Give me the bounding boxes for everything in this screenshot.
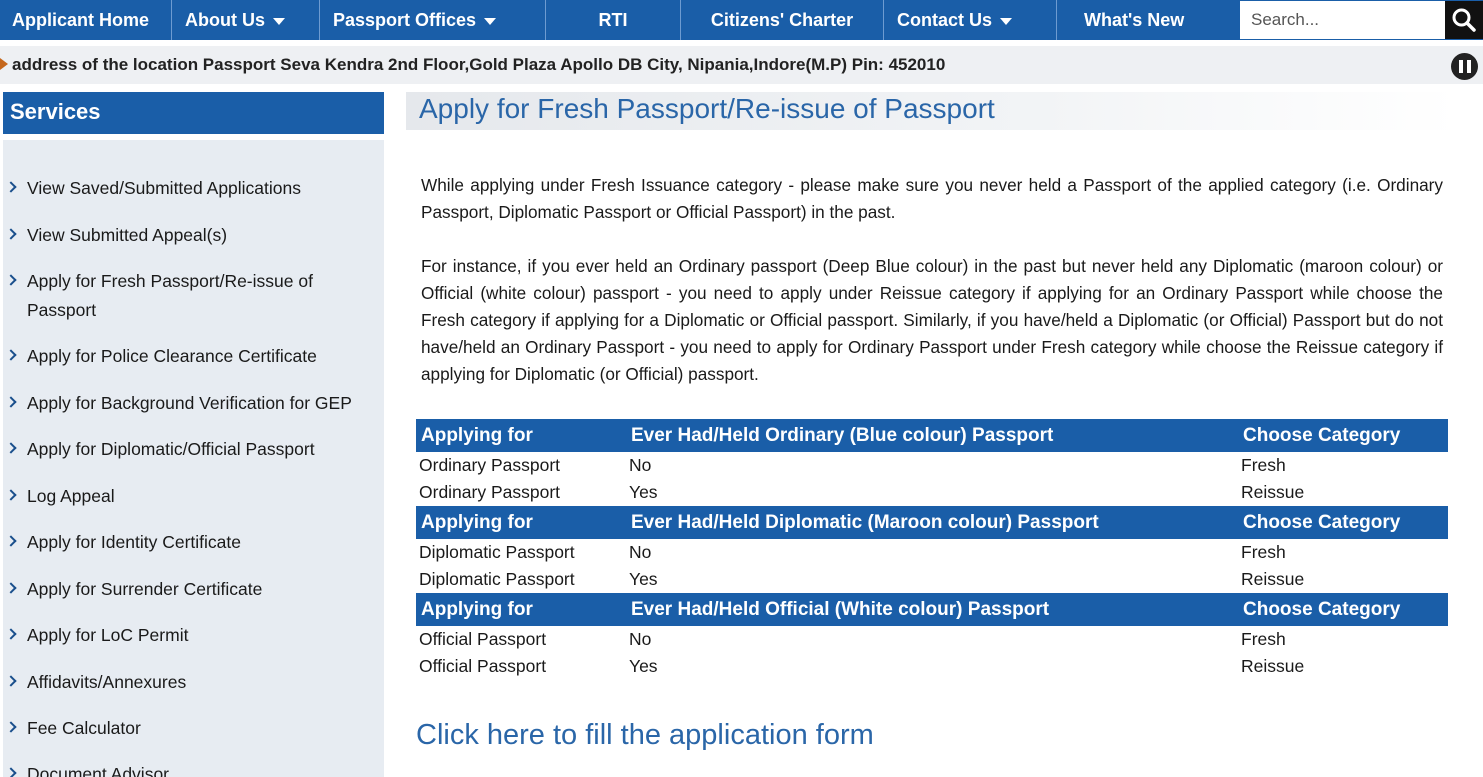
- sidebar-item-label: Apply for Background Verification for GE…: [27, 393, 352, 413]
- nav-item-label: Applicant Home: [12, 9, 150, 30]
- marquee-text: address of the location Passport Seva Ke…: [12, 55, 946, 74]
- passport-category-table: Applying for Ever Had/Held Ordinary (Blu…: [416, 419, 1448, 680]
- table-cell: Reissue: [1241, 482, 1305, 502]
- column-header: Applying for: [416, 419, 626, 452]
- page-title: Apply for Fresh Passport/Re-issue of Pas…: [419, 93, 995, 124]
- search-input[interactable]: [1240, 1, 1445, 39]
- nav-item-applicant-home[interactable]: Applicant Home: [0, 0, 172, 40]
- sidebar-item-document-advisor[interactable]: Document Advisor: [3, 760, 384, 777]
- table-cell: Yes: [629, 656, 658, 676]
- table-cell: No: [629, 542, 652, 562]
- table-cell: Official Passport: [419, 629, 547, 649]
- search-box: [1239, 0, 1483, 40]
- column-header: Ever Had/Held Ordinary (Blue colour) Pas…: [626, 419, 1238, 452]
- table-row: Official Passport Yes Reissue: [416, 653, 1448, 680]
- nav-item-about-us[interactable]: About Us: [172, 0, 320, 40]
- nav-item-label: About Us: [185, 9, 265, 30]
- info-paragraph-fresh-issuance: While applying under Fresh Issuance cate…: [421, 175, 1443, 222]
- fill-application-form-link[interactable]: Click here to fill the application form: [416, 719, 874, 752]
- column-header: Ever Had/Held Diplomatic (Maroon colour)…: [626, 506, 1238, 539]
- table-header-row: Applying for Ever Had/Held Ordinary (Blu…: [416, 419, 1448, 452]
- page-title-bar: Apply for Fresh Passport/Re-issue of Pas…: [406, 92, 1457, 130]
- sidebar-item-diplomatic-passport[interactable]: Apply for Diplomatic/Official Passport: [3, 435, 384, 464]
- table-row: Ordinary Passport No Fresh: [416, 452, 1448, 479]
- nav-item-label: Citizens' Charter: [710, 9, 854, 30]
- column-header: Applying for: [416, 506, 626, 539]
- chevron-down-icon: [1000, 17, 1013, 25]
- info-paragraph-instance: For instance, if you ever held an Ordina…: [421, 256, 1443, 384]
- column-header: Choose Category: [1238, 506, 1448, 539]
- sidebar-item-label: Apply for LoC Permit: [27, 625, 189, 645]
- table-row: Diplomatic Passport No Fresh: [416, 539, 1448, 566]
- column-header: Ever Had/Held Official (White colour) Pa…: [626, 593, 1238, 626]
- pause-icon-bar: [1466, 60, 1471, 73]
- nav-item-rti[interactable]: RTI: [546, 0, 681, 40]
- table-cell: Fresh: [1241, 455, 1286, 475]
- sidebar-item-fee-calculator[interactable]: Fee Calculator: [3, 714, 384, 743]
- table-row: Diplomatic Passport Yes Reissue: [416, 566, 1448, 593]
- chevron-down-icon: [273, 17, 285, 25]
- table-cell: Ordinary Passport: [419, 455, 561, 475]
- sidebar-item-background-verification[interactable]: Apply for Background Verification for GE…: [3, 389, 384, 418]
- sidebar-item-police-clearance[interactable]: Apply for Police Clearance Certificate: [3, 342, 384, 371]
- table-cell: No: [629, 455, 652, 475]
- sidebar-item-label: Apply for Surrender Certificate: [27, 579, 263, 599]
- table-cell: Reissue: [1241, 569, 1305, 589]
- column-header: Choose Category: [1238, 419, 1448, 452]
- sidebar-item-label: Document Advisor: [27, 764, 170, 777]
- sidebar-item-label: Affidavits/Annexures: [27, 672, 187, 692]
- table-cell: Fresh: [1241, 542, 1286, 562]
- table-cell: Official Passport: [419, 656, 547, 676]
- nav-item-citizens-charter[interactable]: Citizens' Charter: [681, 0, 884, 40]
- column-header: Applying for: [416, 593, 626, 626]
- table-cell: Ordinary Passport: [419, 482, 561, 502]
- arrow-right-icon: [0, 58, 8, 70]
- sidebar-item-label: Apply for Police Clearance Certificate: [27, 346, 317, 366]
- sidebar-item-view-saved-applications[interactable]: View Saved/Submitted Applications: [3, 174, 384, 203]
- announcement-marquee: address of the location Passport Seva Ke…: [0, 46, 1483, 84]
- sidebar-item-label: Apply for Identity Certificate: [27, 532, 241, 552]
- sidebar-item-view-submitted-appeals[interactable]: View Submitted Appeal(s): [3, 221, 384, 250]
- sidebar-item-label: Apply for Fresh Passport/Re-issue of Pas…: [27, 271, 313, 320]
- table-cell: Fresh: [1241, 629, 1286, 649]
- sidebar-item-log-appeal[interactable]: Log Appeal: [3, 482, 384, 511]
- table-cell: No: [629, 629, 652, 649]
- nav-item-contact-us[interactable]: Contact Us: [884, 0, 1057, 40]
- chevron-down-icon: [484, 17, 497, 25]
- pause-icon-bar: [1458, 60, 1463, 73]
- nav-item-label: What's New: [1084, 9, 1185, 30]
- table-cell: Yes: [629, 482, 658, 502]
- sidebar-item-surrender-certificate[interactable]: Apply for Surrender Certificate: [3, 575, 384, 604]
- search-icon: [1452, 8, 1476, 32]
- table-cell: Yes: [629, 569, 658, 589]
- nav-item-label: Passport Offices: [333, 9, 477, 30]
- sidebar-item-apply-fresh-passport[interactable]: Apply for Fresh Passport/Re-issue of Pas…: [3, 267, 384, 325]
- table-row: Ordinary Passport Yes Reissue: [416, 479, 1448, 506]
- pause-button[interactable]: [1451, 53, 1478, 80]
- search-button[interactable]: [1445, 1, 1483, 39]
- services-sidebar: View Saved/Submitted Applications View S…: [3, 140, 384, 777]
- sidebar-item-label: Apply for Diplomatic/Official Passport: [27, 439, 315, 459]
- nav-item-passport-offices[interactable]: Passport Offices: [320, 0, 546, 40]
- sidebar-item-label: View Submitted Appeal(s): [27, 225, 228, 245]
- sidebar-item-affidavits[interactable]: Affidavits/Annexures: [3, 668, 384, 697]
- table-cell: Diplomatic Passport: [419, 542, 575, 562]
- sidebar-item-loc-permit[interactable]: Apply for LoC Permit: [3, 621, 384, 650]
- nav-item-label: RTI: [598, 9, 628, 30]
- nav-item-label: Contact Us: [897, 9, 993, 30]
- table-cell: Diplomatic Passport: [419, 569, 575, 589]
- sidebar-item-identity-certificate[interactable]: Apply for Identity Certificate: [3, 528, 384, 557]
- sidebar-item-label: Fee Calculator: [27, 718, 141, 738]
- table-cell: Reissue: [1241, 656, 1305, 676]
- nav-item-whats-new[interactable]: What's New: [1057, 0, 1239, 40]
- table-row: Official Passport No Fresh: [416, 626, 1448, 653]
- sidebar-item-label: View Saved/Submitted Applications: [27, 178, 302, 198]
- table-header-row: Applying for Ever Had/Held Official (Whi…: [416, 593, 1448, 626]
- sidebar-item-label: Log Appeal: [27, 486, 115, 506]
- sidebar-title: Services: [3, 92, 384, 134]
- column-header: Choose Category: [1238, 593, 1448, 626]
- table-header-row: Applying for Ever Had/Held Diplomatic (M…: [416, 506, 1448, 539]
